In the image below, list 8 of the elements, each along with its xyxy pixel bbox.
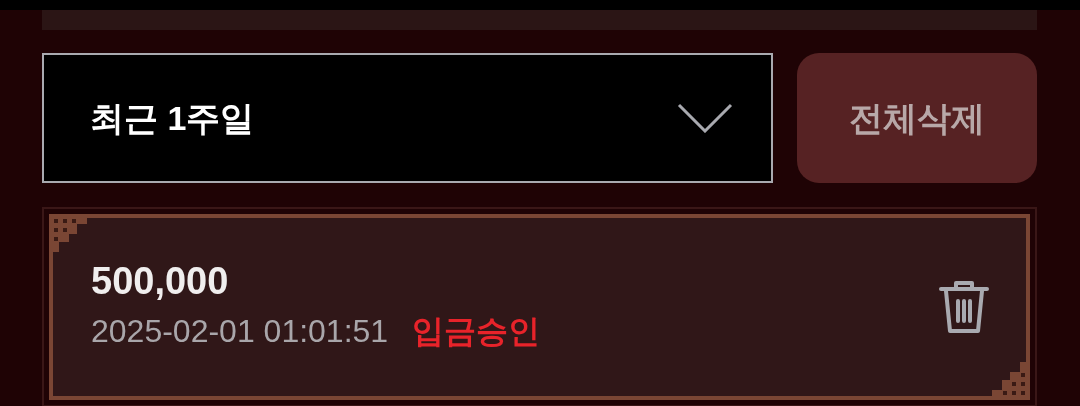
datetime-text: 2025-02-01 01:01:51 (91, 312, 389, 351)
period-dropdown[interactable]: 최근 1주일 (42, 53, 773, 183)
amount-text: 500,000 (91, 259, 230, 303)
status-text: 입금승인 (412, 312, 541, 351)
trash-icon[interactable] (938, 279, 990, 335)
period-value: 최근 1주일 (90, 97, 255, 139)
delete-all-button[interactable]: 전체삭제 (797, 53, 1037, 183)
chevron-down-icon (677, 103, 733, 133)
